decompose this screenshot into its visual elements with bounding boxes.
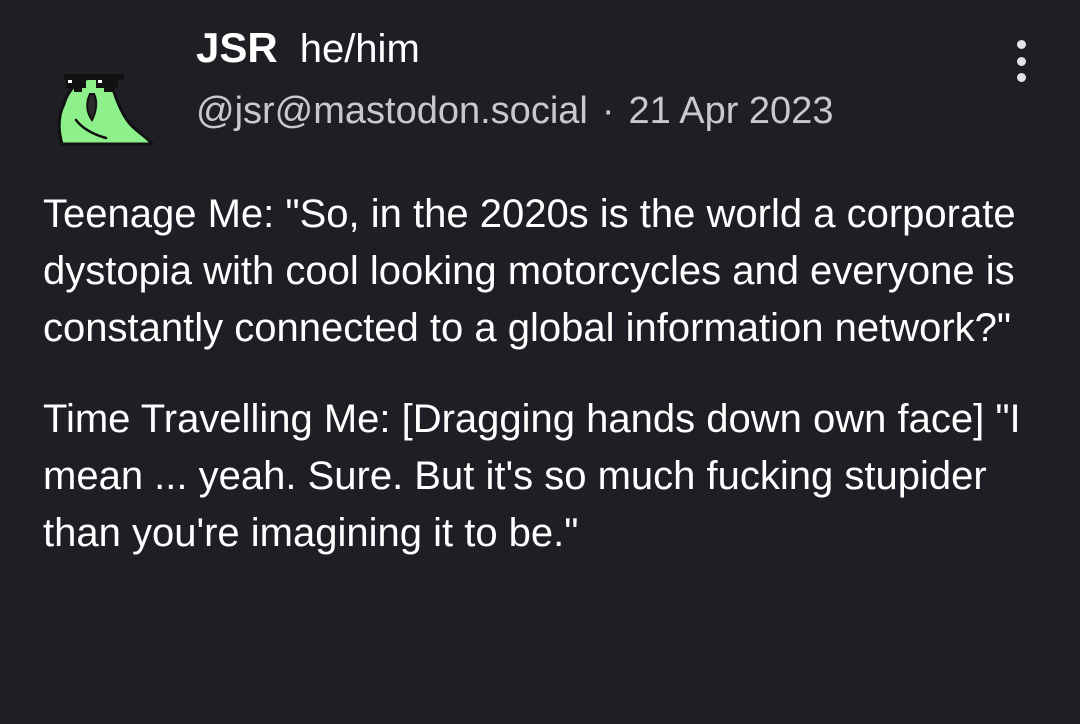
meta-separator: · bbox=[601, 89, 615, 132]
author-meta-row: @jsr@mastodon.social · 21 Apr 2023 bbox=[196, 84, 833, 138]
author-handle[interactable]: @jsr@mastodon.social bbox=[196, 90, 588, 133]
more-options-button[interactable] bbox=[1004, 38, 1038, 84]
post: JSR he/him @jsr@mastodon.social · 21 Apr… bbox=[0, 0, 1080, 724]
post-paragraph: Teenage Me: "So, in the 2020s is the wor… bbox=[43, 192, 1016, 350]
more-vertical-icon bbox=[1016, 40, 1026, 49]
more-vertical-icon-dot-2 bbox=[1016, 56, 1026, 66]
parrot-with-sunglasses-icon bbox=[57, 74, 154, 146]
post-content: Teenage Me: "So, in the 2020s is the wor… bbox=[43, 186, 1043, 562]
author-name-row: JSR he/him bbox=[196, 24, 420, 78]
post-paragraph: Time Travelling Me: [Dragging hands down… bbox=[43, 397, 1021, 555]
avatar[interactable] bbox=[48, 60, 156, 150]
author-pronouns: he/him bbox=[299, 27, 420, 71]
post-date[interactable]: 21 Apr 2023 bbox=[629, 90, 834, 133]
author-display-name[interactable]: JSR bbox=[196, 24, 278, 72]
more-vertical-icon-dot-3 bbox=[1016, 73, 1026, 82]
